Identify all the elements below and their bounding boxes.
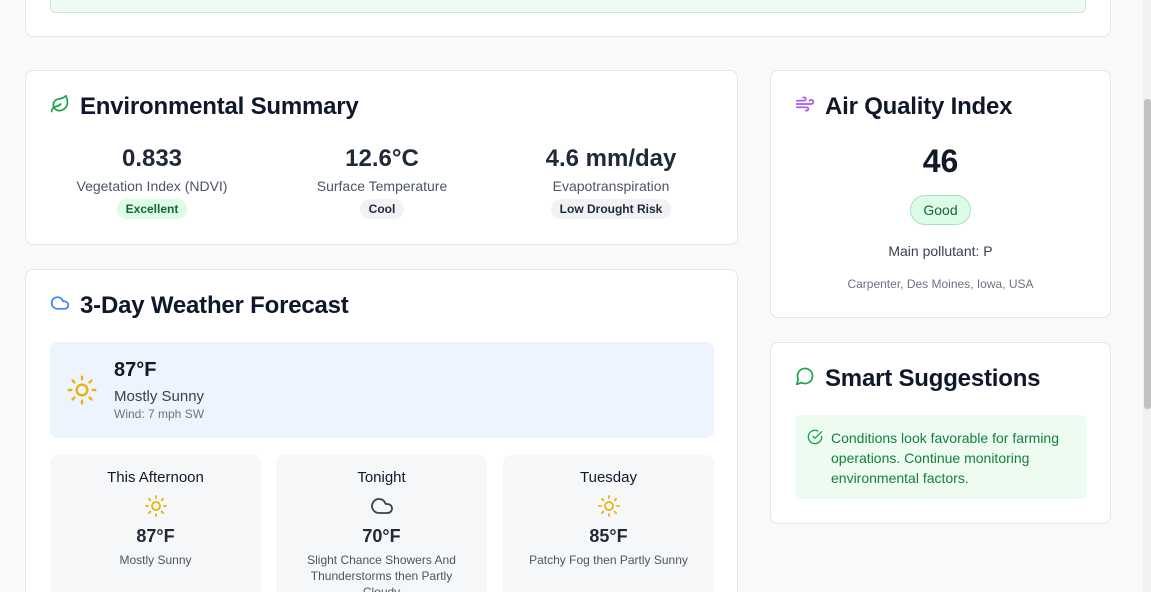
period-temperature: 87°F bbox=[136, 526, 175, 546]
air-quality-card: Air Quality Index 46 Good Main pollutant… bbox=[770, 70, 1111, 318]
period-name: This Afternoon bbox=[107, 469, 204, 486]
air-quality-header: Air Quality Index bbox=[795, 93, 1013, 121]
period-name: Tonight bbox=[357, 469, 406, 486]
period-temperature: 70°F bbox=[362, 526, 401, 546]
scrollbar-thumb[interactable] bbox=[1144, 99, 1151, 409]
aqi-location: Carpenter, Des Moines, Iowa, USA bbox=[847, 277, 1034, 291]
cloud-icon bbox=[50, 292, 70, 320]
ndvi-label: Vegetation Index (NDVI) bbox=[76, 178, 228, 194]
smart-suggestions-title: Smart Suggestions bbox=[825, 365, 1041, 392]
environmental-summary-title: Environmental Summary bbox=[80, 93, 359, 120]
period-condition: Mostly Sunny bbox=[119, 553, 192, 567]
main-pollutant: Main pollutant: P bbox=[888, 243, 993, 259]
period-temperature: 85°F bbox=[589, 526, 628, 546]
wind-icon bbox=[795, 93, 815, 121]
surface-temperature-label: Surface Temperature bbox=[316, 178, 448, 194]
message-circle-icon bbox=[795, 365, 815, 393]
forecast-period-card: Tuesday 85°F Patchy Fog then Partly Sunn… bbox=[503, 455, 714, 592]
weather-forecast-title: 3-Day Weather Forecast bbox=[80, 292, 349, 319]
cloud-icon bbox=[276, 494, 487, 518]
check-circle-icon bbox=[807, 429, 823, 450]
evapotranspiration-value: 4.6 mm/day bbox=[545, 145, 677, 172]
current-wind: Wind: 7 mph SW bbox=[114, 407, 205, 421]
surface-temperature-value: 12.6°C bbox=[345, 145, 419, 172]
evapotranspiration-label: Evapotranspiration bbox=[552, 178, 670, 194]
aqi-status-wrap: Good bbox=[771, 195, 1110, 225]
evapotranspiration-metric: 4.6 mm/day Evapotranspiration Low Drough… bbox=[501, 143, 721, 219]
smart-suggestions-header: Smart Suggestions bbox=[795, 365, 1041, 393]
period-condition: Patchy Fog then Partly Sunny bbox=[529, 553, 688, 567]
sun-icon bbox=[50, 494, 261, 518]
forecast-period-card: This Afternoon 87°F Mostly Sunny bbox=[50, 455, 261, 592]
aqi-value: 46 bbox=[922, 143, 959, 179]
period-condition: Slight Chance Showers And Thunderstorms … bbox=[307, 553, 456, 592]
ndvi-value: 0.833 bbox=[121, 145, 183, 172]
period-name: Tuesday bbox=[580, 469, 637, 486]
air-quality-title: Air Quality Index bbox=[825, 93, 1013, 120]
current-temperature: 87°F bbox=[114, 359, 157, 381]
leaf-icon bbox=[50, 93, 70, 121]
top-partial-card bbox=[25, 0, 1111, 37]
smart-suggestions-card: Smart Suggestions Conditions look favora… bbox=[770, 342, 1111, 524]
ndvi-metric: 0.833 Vegetation Index (NDVI) Excellent bbox=[42, 143, 262, 219]
environmental-summary-header: Environmental Summary bbox=[50, 93, 359, 121]
suggestion-text: Conditions look favorable for farming op… bbox=[831, 430, 1060, 486]
environmental-summary-card: Environmental Summary 0.833 Vegetation I… bbox=[25, 70, 738, 245]
sun-icon bbox=[66, 374, 98, 411]
sun-icon bbox=[503, 494, 714, 518]
weather-forecast-header: 3-Day Weather Forecast bbox=[50, 292, 349, 320]
suggestion-item: Conditions look favorable for farming op… bbox=[795, 415, 1087, 499]
drought-risk-badge: Low Drought Risk bbox=[550, 199, 672, 219]
current-condition: Mostly Sunny bbox=[114, 388, 205, 405]
page-scrollbar[interactable] bbox=[1143, 0, 1151, 592]
top-status-box bbox=[50, 0, 1086, 13]
current-weather-panel: 87°F Mostly Sunny Wind: 7 mph SW bbox=[50, 342, 714, 438]
surface-temperature-badge: Cool bbox=[359, 199, 405, 219]
surface-temperature-metric: 12.6°C Surface Temperature Cool bbox=[272, 143, 492, 219]
forecast-period-card: Tonight 70°F Slight Chance Showers And T… bbox=[276, 455, 487, 592]
dashboard-page: Environmental Summary 0.833 Vegetation I… bbox=[0, 0, 1151, 592]
ndvi-badge: Excellent bbox=[116, 199, 188, 219]
weather-forecast-card: 3-Day Weather Forecast 87°F Mostly Sunny… bbox=[25, 269, 738, 592]
aqi-status-badge: Good bbox=[910, 195, 971, 225]
